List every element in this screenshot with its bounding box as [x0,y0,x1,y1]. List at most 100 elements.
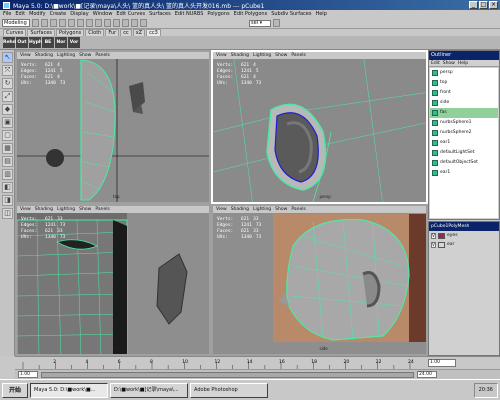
minimize-button[interactable]: _ [469,1,478,9]
vp-menu-shading[interactable]: Shading [231,52,249,59]
ipr-render-button[interactable] [131,19,138,27]
rotate-tool-icon[interactable]: ↻ [2,78,13,89]
vp-menu-lighting[interactable]: Lighting [57,52,75,59]
vp-menu-panels[interactable]: Panels [95,52,109,59]
maximize-button[interactable]: □ [479,1,488,9]
outliner-item[interactable]: ear1 [430,168,498,178]
menu-display[interactable]: Display [70,11,88,17]
shelf-tab-curves[interactable]: Curves [3,29,27,36]
select-hierarchy-button[interactable] [59,19,66,27]
menu-create[interactable]: Create [50,11,67,17]
menu-polygons[interactable]: Polygons [207,11,229,17]
task-button-photoshop[interactable]: Adobe Photoshop [190,382,268,398]
render-layout-icon[interactable]: ◨ [2,195,13,206]
vp-menu-shading[interactable]: Shading [231,206,249,213]
snap-point-button[interactable] [104,19,111,27]
lasso-tool-icon[interactable]: ⤧ [2,65,13,76]
range-start-field[interactable]: 1.00 [18,371,38,378]
save-scene-button[interactable] [50,19,57,27]
task-button-maya[interactable]: Maya 5.0: D:\■work\■... [30,382,108,398]
persp-outliner-layout-icon[interactable]: ▤ [2,156,13,167]
vp-menu-show[interactable]: Show [275,206,287,213]
outliner-item[interactable]: top [430,78,498,88]
vp-menu-panels[interactable]: Panels [291,52,305,59]
shelf-tab-polygons[interactable]: Polygons [56,29,85,36]
history-button[interactable] [113,19,120,27]
vp-menu-view[interactable]: View [20,206,31,213]
vp-menu-view[interactable]: View [216,206,227,213]
four-view-layout-icon[interactable]: ▢ [2,130,13,141]
vp-menu-shading[interactable]: Shading [35,52,53,59]
shelf-button-out[interactable]: Out [16,37,28,48]
vp-menu-show[interactable]: Show [79,52,91,59]
menu-modify[interactable]: Modify [29,11,46,17]
menu-edit[interactable]: Edit [15,11,25,17]
vp-menu-show[interactable]: Show [275,52,287,59]
range-end-field[interactable]: 24.00 [417,371,437,378]
shelf-tab-cc3[interactable]: cc3 [146,29,161,36]
outliner-item[interactable]: front [430,88,498,98]
render-globals-button[interactable] [140,19,147,27]
shelf-tab-cc[interactable]: cc [120,29,132,36]
outliner-menu-show[interactable]: Show [443,60,455,66]
outliner-item[interactable]: nurbsSphere1 [430,118,498,128]
single-view-layout-icon[interactable]: ▣ [2,117,13,128]
outliner-item-selected[interactable]: fas [430,108,498,118]
vp-menu-panels[interactable]: Panels [95,206,109,213]
time-slider[interactable]: 2 4 6 8 10 12 14 16 18 20 22 24 1.00 [15,356,500,369]
layer-row[interactable]: V eyes [429,231,499,240]
start-button[interactable]: 开始 [2,382,28,398]
menu-subdiv-surfaces[interactable]: Subdiv Surfaces [271,11,311,17]
vp-menu-lighting[interactable]: Lighting [253,52,271,59]
outliner-item[interactable]: ear1 [430,138,498,148]
viewport-side[interactable]: View Shading Lighting Show Panels Verts:… [211,204,428,356]
outliner-layout-icon[interactable]: ◫ [2,208,13,219]
outliner-item[interactable]: defaultLightSet [430,148,498,158]
shelf-button-be[interactable]: BE [42,37,54,48]
range-slider-bar[interactable] [41,371,414,378]
layer-color-swatch[interactable] [438,232,445,239]
vp-menu-shading[interactable]: Shading [35,206,53,213]
menu-help[interactable]: Help [315,11,326,17]
menu-window[interactable]: Window [93,11,113,17]
close-button[interactable]: × [489,1,498,9]
outliner-menu-help[interactable]: Help [458,60,468,66]
task-button-folder[interactable]: D:\■work\■[记录\maya\... [110,382,188,398]
shelf-button-nor[interactable]: Nor [55,37,67,48]
vp-menu-lighting[interactable]: Lighting [253,206,271,213]
shelf-tab-surfaces[interactable]: Surfaces [27,29,56,36]
manipulator-tool-icon[interactable]: ◆ [2,104,13,115]
vp-menu-view[interactable]: View [216,52,227,59]
scale-tool-icon[interactable]: ⤢ [2,91,13,102]
outliner-item[interactable]: defaultObjectSet [430,158,498,168]
menu-surfaces[interactable]: Surfaces [149,11,171,17]
menu-file[interactable]: File [3,11,11,17]
two-view-layout-icon[interactable]: ▦ [2,143,13,154]
layer-visibility-toggle[interactable]: V [431,241,436,248]
layer-visibility-toggle[interactable]: V [431,232,436,239]
viewport-persp[interactable]: View Shading Lighting Show Panels Verts:… [211,50,428,204]
shelf-tab-cloth[interactable]: Cloth [85,29,105,36]
layer-color-swatch[interactable] [438,241,445,248]
vp-menu-lighting[interactable]: Lighting [57,206,75,213]
shelf-button-rehd[interactable]: Rehd [3,37,16,48]
menu-edit-curves[interactable]: Edit Curves [116,11,145,17]
quick-select-button[interactable] [273,19,280,27]
shelf-tab-fur[interactable]: Fur [105,29,120,36]
snap-grid-button[interactable] [86,19,93,27]
snap-curve-button[interactable] [95,19,102,27]
vp-menu-view[interactable]: View [20,52,31,59]
layer-row[interactable]: V ear [429,240,499,249]
open-scene-button[interactable] [41,19,48,27]
select-object-button[interactable] [68,19,75,27]
shelf-button-vor[interactable]: Vor [68,37,80,48]
shelf-tab-xz[interactable]: xZ [132,29,146,36]
vp-menu-panels[interactable]: Panels [291,206,305,213]
select-component-button[interactable] [77,19,84,27]
mode-dropdown[interactable]: Modeling [2,19,30,27]
persp-graph-layout-icon[interactable]: ▥ [2,169,13,180]
sel-field[interactable]: sel ▾ [249,19,271,27]
current-time-field[interactable]: 1.00 [428,359,456,367]
menu-edit-polygons[interactable]: Edit Polygons [234,11,268,17]
outliner-item[interactable]: nurbsSphere2 [430,128,498,138]
